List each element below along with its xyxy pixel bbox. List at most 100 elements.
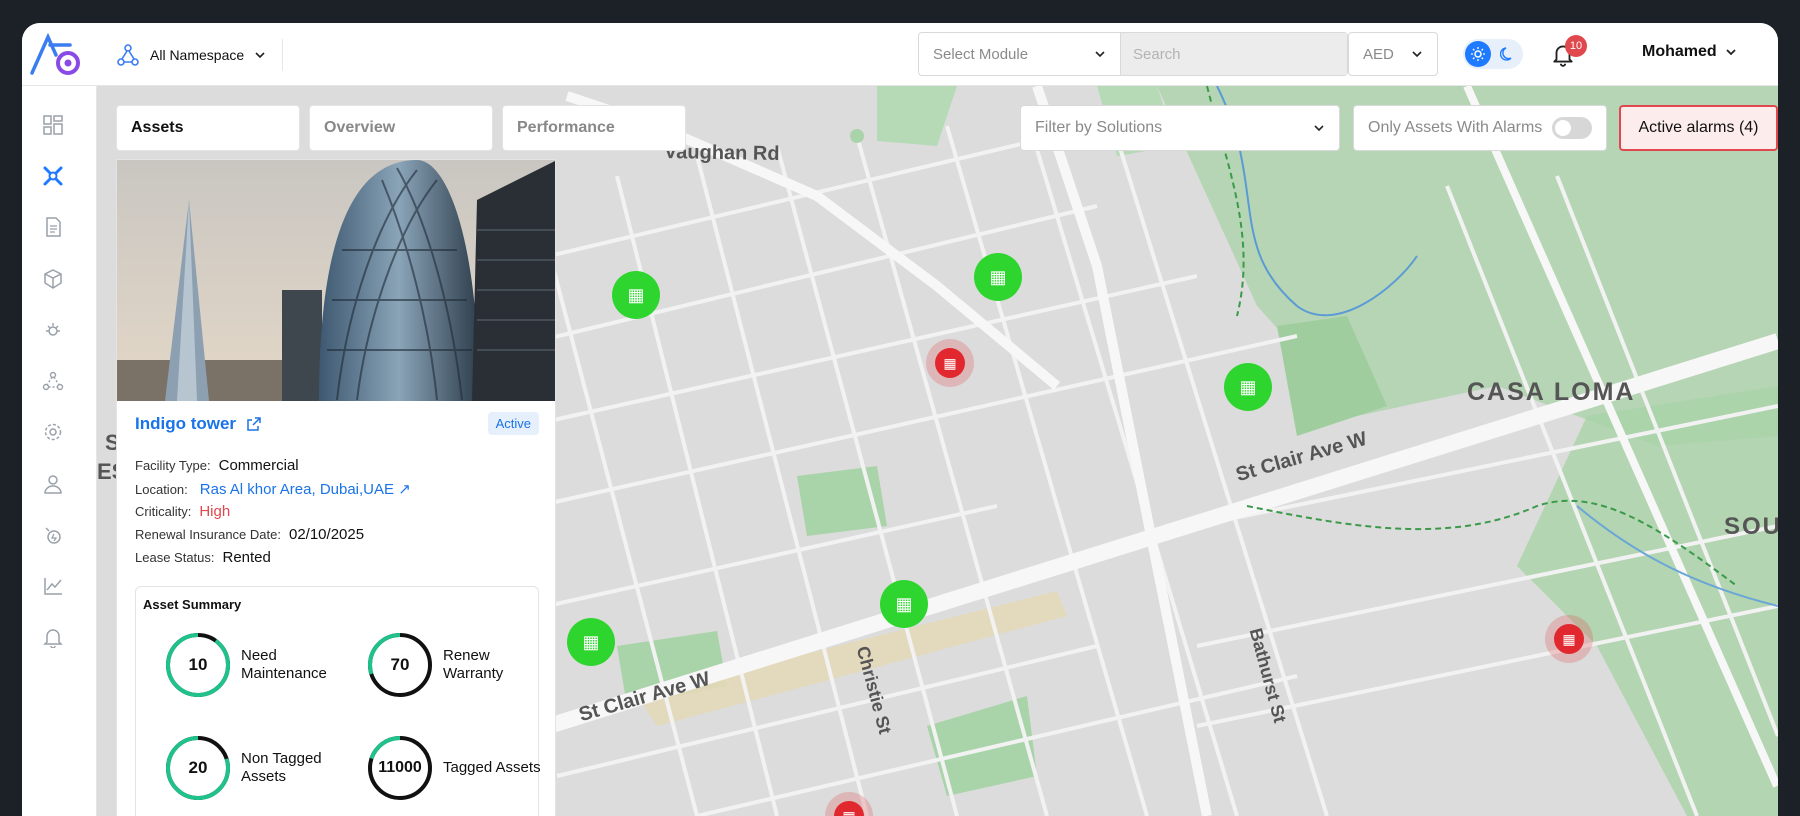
building-icon: ▦ [1239,376,1257,397]
namespace-label: All Namespace [150,47,245,63]
building-icon: ▦ [627,284,645,305]
asset-fields: Facility Type: Commercial Location: Ras … [135,457,411,572]
summary-value: 10 [188,655,208,674]
field-value: Commercial [218,457,299,474]
field-location: Location: Ras Al khor Area, Dubai,UAE ↗ [135,480,411,503]
active-alarms-button[interactable]: Active alarms (4) [1619,105,1778,151]
summary-metric: 70 Renew Warranty [367,632,547,698]
summary-label: Renew Warranty [443,647,504,682]
only-alarms-toggle[interactable] [1552,117,1592,139]
field-label: Criticality: [135,504,192,519]
alerts-icon[interactable] [40,624,66,650]
field-lease-status: Lease Status: Rented [135,549,411,572]
summary-ring: 20 [165,735,231,801]
search-input[interactable]: Search [1121,33,1347,75]
currency-value: AED [1363,45,1394,63]
map-label-casa-loma: CASA LOMA [1467,378,1636,406]
currency-select[interactable]: AED [1348,32,1438,76]
user-icon[interactable] [40,471,66,497]
field-label: Facility Type: [135,458,211,473]
chevron-down-icon [1095,51,1105,58]
asset-marker-alarm[interactable]: ▦ [1545,615,1593,663]
theme-toggle[interactable] [1463,39,1523,69]
energy-icon[interactable] [40,522,66,548]
app-window: All Namespace Select Module Search AED 1… [22,23,1778,816]
map-label-south: SOUT [1724,513,1778,540]
assets-icon[interactable] [40,163,66,189]
field-label: Lease Status: [135,550,215,565]
top-bar: All Namespace Select Module Search AED 1… [22,23,1778,86]
location-link[interactable]: Ras Al khor Area, Dubai,UAE ↗ [200,480,411,498]
asset-marker-ok[interactable]: ▦ [612,271,660,319]
module-select-placeholder: Select Module [933,45,1029,63]
inventory-icon[interactable] [40,266,66,292]
external-link-icon[interactable] [246,416,262,432]
chevron-down-icon [1726,49,1736,56]
hierarchy-icon[interactable] [40,368,66,394]
building-icon: ▦ [1562,630,1576,647]
field-label: Location: [135,482,188,497]
moon-icon[interactable] [1495,41,1521,67]
namespace-icon [117,44,139,66]
chevron-down-icon [255,52,265,59]
summary-metric: 20 Non Tagged Assets [165,735,345,801]
summary-ring: 70 [367,632,433,698]
documents-icon[interactable] [40,214,66,240]
summary-metric: 10 Need Maintenance [165,632,345,698]
summary-metric: 11000 Tagged Assets [367,735,547,801]
user-menu[interactable]: Mohamed [1642,43,1737,61]
summary-ring: 10 [165,632,231,698]
asset-summary: Asset Summary 10 Need Maintenance 70 Ren… [135,586,541,816]
solutions-filter-placeholder: Filter by Solutions [1035,119,1163,136]
asset-name[interactable]: Indigo tower [135,414,236,434]
asset-summary-title: Asset Summary [143,597,242,612]
chevron-down-icon [1412,51,1422,58]
summary-label: Tagged Assets [443,759,541,776]
field-label: Renewal Insurance Date: [135,527,281,542]
building-icon: ▦ [943,354,957,371]
search-placeholder: Search [1133,45,1181,63]
settings-icon[interactable] [40,419,66,445]
summary-value: 11000 [378,759,422,776]
only-alarms-label: Only Assets With Alarms [1368,119,1543,136]
notification-badge: 10 [1565,35,1587,57]
user-name: Mohamed [1642,43,1717,60]
asset-title-row: Indigo tower [135,414,262,434]
chevron-down-icon [1314,125,1324,132]
summary-label: Need Maintenance [241,647,327,682]
asset-card: Indigo tower Active Facility Type: Comme… [116,159,556,816]
analytics-icon[interactable] [40,573,66,599]
sidebar [22,86,97,816]
field-criticality: Criticality: High [135,503,411,526]
namespace-selector[interactable]: All Namespace [116,39,284,71]
asset-marker-ok[interactable]: ▦ [974,253,1022,301]
building-icon: ▦ [842,807,856,816]
module-search-group: Select Module Search [918,32,1348,76]
building-icon: ▦ [989,266,1007,287]
asset-marker-ok[interactable]: ▦ [567,618,615,666]
field-value: 02/10/2025 [288,526,365,543]
asset-card-header: Indigo tower Active [135,412,539,435]
only-alarms-filter: Only Assets With Alarms [1353,105,1607,151]
sun-icon[interactable] [1465,41,1491,67]
tab-assets[interactable]: Assets [116,105,300,151]
map-view[interactable]: Vaughan Rd CASA LOMA St Clair Ave W St C… [97,86,1778,816]
module-select[interactable]: Select Module [919,33,1121,75]
summary-value: 20 [188,758,208,777]
building-icon: ▦ [582,631,600,652]
building-icon: ▦ [895,593,913,614]
field-value: Rented [222,549,271,566]
dashboard-icon[interactable] [40,112,66,138]
sensors-icon[interactable] [40,317,66,343]
asset-marker-ok[interactable]: ▦ [1224,363,1272,411]
solutions-filter[interactable]: Filter by Solutions [1020,105,1340,151]
summary-ring: 11000 [367,735,433,801]
field-value: High [199,503,231,520]
summary-value: 70 [390,655,410,674]
app-logo [30,32,80,75]
asset-marker-ok[interactable]: ▦ [880,580,928,628]
asset-marker-alarm[interactable]: ▦ [926,339,974,387]
tab-performance[interactable]: Performance [502,105,686,151]
field-facility-type: Facility Type: Commercial [135,457,411,480]
tab-overview[interactable]: Overview [309,105,493,151]
